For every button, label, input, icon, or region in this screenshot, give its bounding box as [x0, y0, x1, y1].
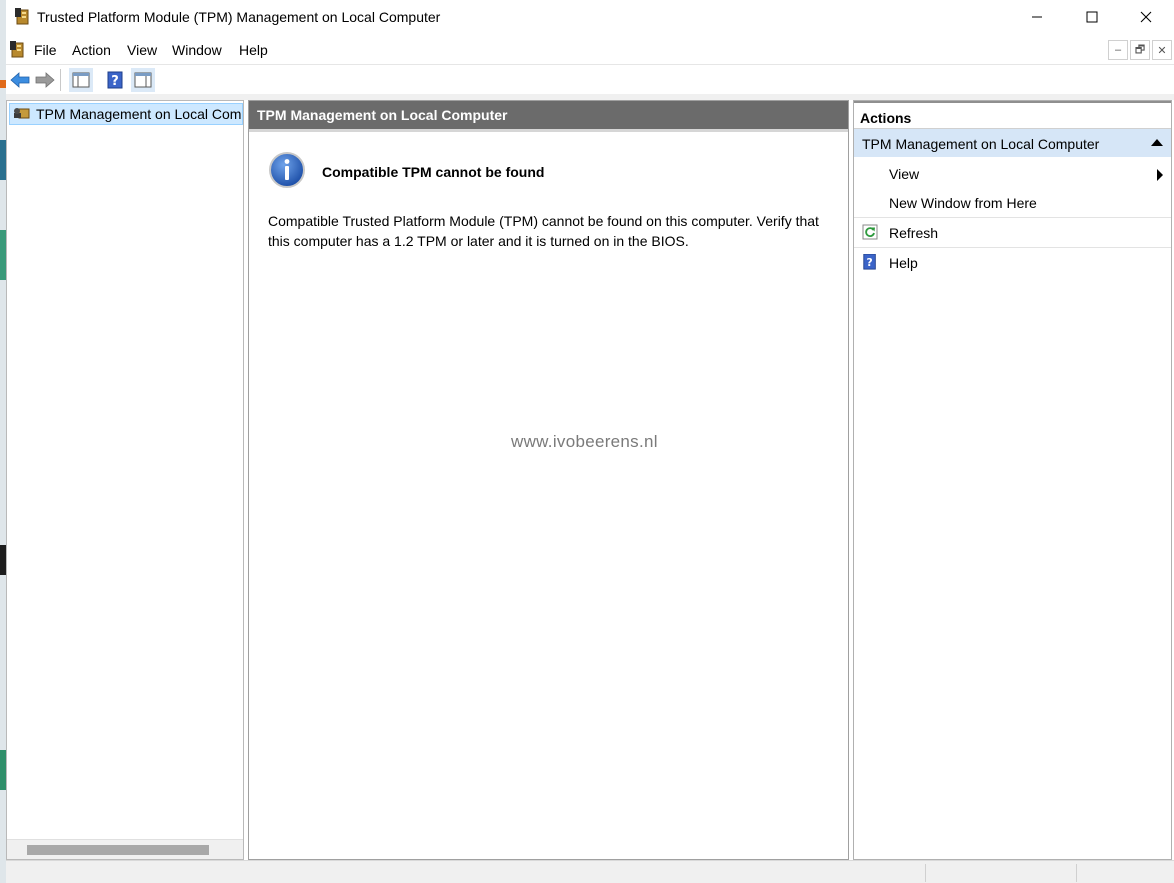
- actions-section-tpm-management[interactable]: TPM Management on Local Computer: [854, 129, 1171, 157]
- close-icon: [1140, 11, 1152, 23]
- maximize-button[interactable]: [1065, 0, 1119, 34]
- forward-button[interactable]: [33, 68, 57, 92]
- submenu-arrow-icon: [1157, 169, 1163, 181]
- back-button[interactable]: [8, 68, 32, 92]
- toolbar: ?: [6, 64, 1174, 94]
- action-label: New Window from Here: [889, 195, 1037, 211]
- menu-action[interactable]: Action: [72, 42, 111, 58]
- action-label: Refresh: [889, 225, 939, 241]
- tpm-app-icon: [15, 8, 29, 25]
- mdi-restore-button[interactable]: 🗗: [1130, 40, 1150, 60]
- message-line: this computer has a 1.2 TPM or later and…: [268, 233, 689, 249]
- minimize-icon: [1032, 16, 1042, 18]
- tpm-snapin-icon: [14, 108, 30, 119]
- results-pane-header: TPM Management on Local Computer: [249, 101, 848, 129]
- action-new-window-from-here[interactable]: New Window from Here: [854, 188, 1171, 217]
- svg-text:?: ?: [866, 256, 872, 269]
- action-help[interactable]: ? Help: [854, 248, 1171, 277]
- title-bar[interactable]: Trusted Platform Module (TPM) Management…: [6, 0, 1174, 36]
- close-button[interactable]: [1119, 0, 1173, 34]
- menu-view[interactable]: View: [127, 42, 157, 58]
- status-bar-divider: [925, 864, 926, 882]
- action-view[interactable]: View: [854, 159, 1171, 188]
- minimize-icon: –: [1114, 44, 1122, 56]
- actions-header: Actions: [854, 101, 1171, 129]
- action-label: View: [889, 166, 920, 182]
- window-title: Trusted Platform Module (TPM) Management…: [37, 9, 441, 25]
- forward-arrow-icon: [35, 72, 55, 88]
- menu-bar: File Action View Window Help – 🗗 ✕: [6, 36, 1174, 64]
- refresh-icon: [862, 224, 878, 240]
- tree-item-label: TPM Management on Local Compu: [36, 106, 243, 122]
- action-refresh[interactable]: Refresh: [854, 218, 1171, 247]
- horizontal-scrollbar[interactable]: [7, 839, 243, 859]
- menu-file[interactable]: File: [34, 42, 57, 58]
- tree-item-tpm-management[interactable]: TPM Management on Local Compu: [9, 103, 243, 125]
- console-tree-icon: [72, 72, 90, 88]
- console-tree-pane[interactable]: TPM Management on Local Compu: [6, 100, 244, 860]
- results-pane: TPM Management on Local Computer Compati…: [248, 100, 849, 860]
- close-icon: ✕: [1157, 44, 1167, 57]
- info-icon: [269, 152, 305, 188]
- menu-help[interactable]: Help: [239, 42, 268, 58]
- toolbar-separator: [60, 69, 61, 91]
- back-arrow-icon: [10, 72, 30, 88]
- show-hide-action-pane-button[interactable]: [131, 68, 155, 92]
- action-label: Help: [889, 255, 918, 271]
- minimize-button[interactable]: [1010, 0, 1064, 34]
- tpm-system-menu-icon[interactable]: [9, 40, 25, 58]
- message-line: Compatible Trusted Platform Module (TPM)…: [268, 213, 819, 229]
- actions-pane: Actions TPM Management on Local Computer…: [853, 100, 1172, 860]
- help-icon: ?: [107, 71, 123, 89]
- collapse-arrow-icon[interactable]: [1151, 139, 1163, 146]
- help-toolbar-button[interactable]: ?: [103, 68, 127, 92]
- svg-text:?: ?: [111, 74, 119, 89]
- scrollbar-thumb[interactable]: [27, 845, 209, 855]
- show-hide-console-tree-button[interactable]: [69, 68, 93, 92]
- actions-section-label: TPM Management on Local Computer: [862, 136, 1100, 152]
- message-title: Compatible TPM cannot be found: [322, 164, 545, 180]
- message-body: Compatible Trusted Platform Module (TPM)…: [268, 211, 828, 251]
- mdi-minimize-button[interactable]: –: [1108, 40, 1128, 60]
- action-pane-icon: [134, 72, 152, 88]
- maximize-icon: [1086, 11, 1098, 23]
- restore-icon: 🗗: [1134, 43, 1146, 56]
- watermark-text: www.ivobeerens.nl: [511, 432, 658, 451]
- mdi-close-button[interactable]: ✕: [1152, 40, 1172, 60]
- help-icon: ?: [863, 254, 876, 270]
- status-bar: [6, 860, 1174, 883]
- status-bar-divider: [1076, 864, 1077, 882]
- menu-window[interactable]: Window: [172, 42, 222, 58]
- header-divider: [249, 129, 848, 132]
